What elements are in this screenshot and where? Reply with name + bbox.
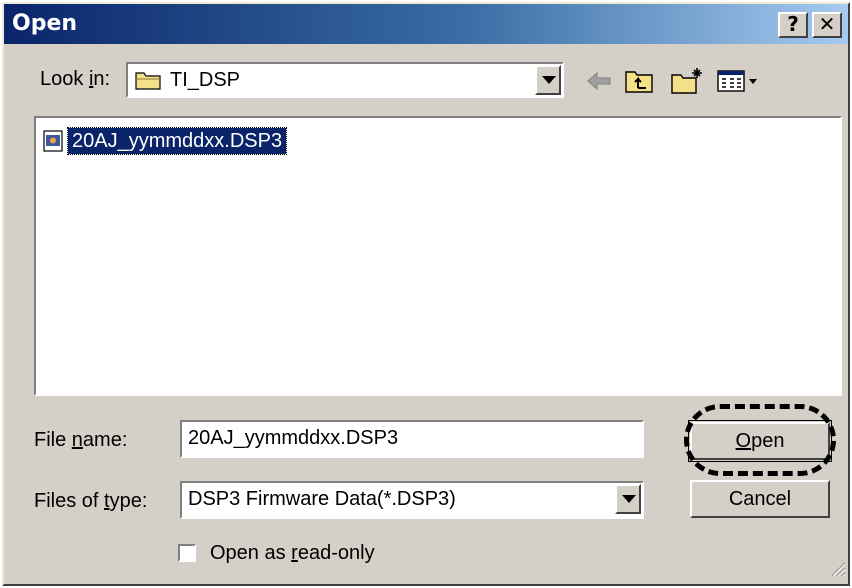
up-folder-icon[interactable] <box>624 66 656 96</box>
help-button[interactable]: ? <box>778 12 808 38</box>
look-in-label: Look in: <box>40 68 111 90</box>
dsp-file-icon <box>42 130 64 152</box>
read-only-label: Open as read-only <box>210 542 375 564</box>
close-button[interactable]: ✕ <box>812 12 842 38</box>
file-type-label: Files of type: <box>34 490 148 512</box>
new-folder-icon[interactable] <box>670 66 706 96</box>
file-name-input[interactable]: 20AJ_yymmddxx.DSP3 <box>180 420 644 458</box>
cancel-button[interactable]: Cancel <box>690 480 830 518</box>
view-menu-icon[interactable] <box>716 66 762 96</box>
read-only-checkbox[interactable] <box>178 544 196 562</box>
file-name-label: File name: <box>34 429 128 451</box>
look-in-value: TI_DSP <box>170 69 241 91</box>
file-name: 20AJ_yymmddxx.DSP3 <box>66 127 288 155</box>
open-dialog: Open ? ✕ Look in: TI_DSP 20AJ_yymmddxx.D… <box>2 2 850 586</box>
file-type-value: DSP3 Firmware Data(*.DSP3) <box>188 488 456 510</box>
folder-icon <box>134 68 164 97</box>
resize-grip-icon[interactable] <box>828 559 846 582</box>
file-list[interactable]: 20AJ_yymmddxx.DSP3 <box>34 116 842 396</box>
title-bar[interactable]: Open ? ✕ <box>4 4 848 44</box>
file-type-dropdown[interactable]: DSP3 Firmware Data(*.DSP3) <box>180 481 644 519</box>
highlight-callout <box>684 404 836 476</box>
back-arrow-icon[interactable] <box>584 66 614 96</box>
dialog-title: Open <box>12 11 78 36</box>
look-in-dropdown-button[interactable] <box>535 65 561 95</box>
look-in-dropdown[interactable]: TI_DSP <box>126 62 564 98</box>
file-type-dropdown-button[interactable] <box>615 484 641 514</box>
